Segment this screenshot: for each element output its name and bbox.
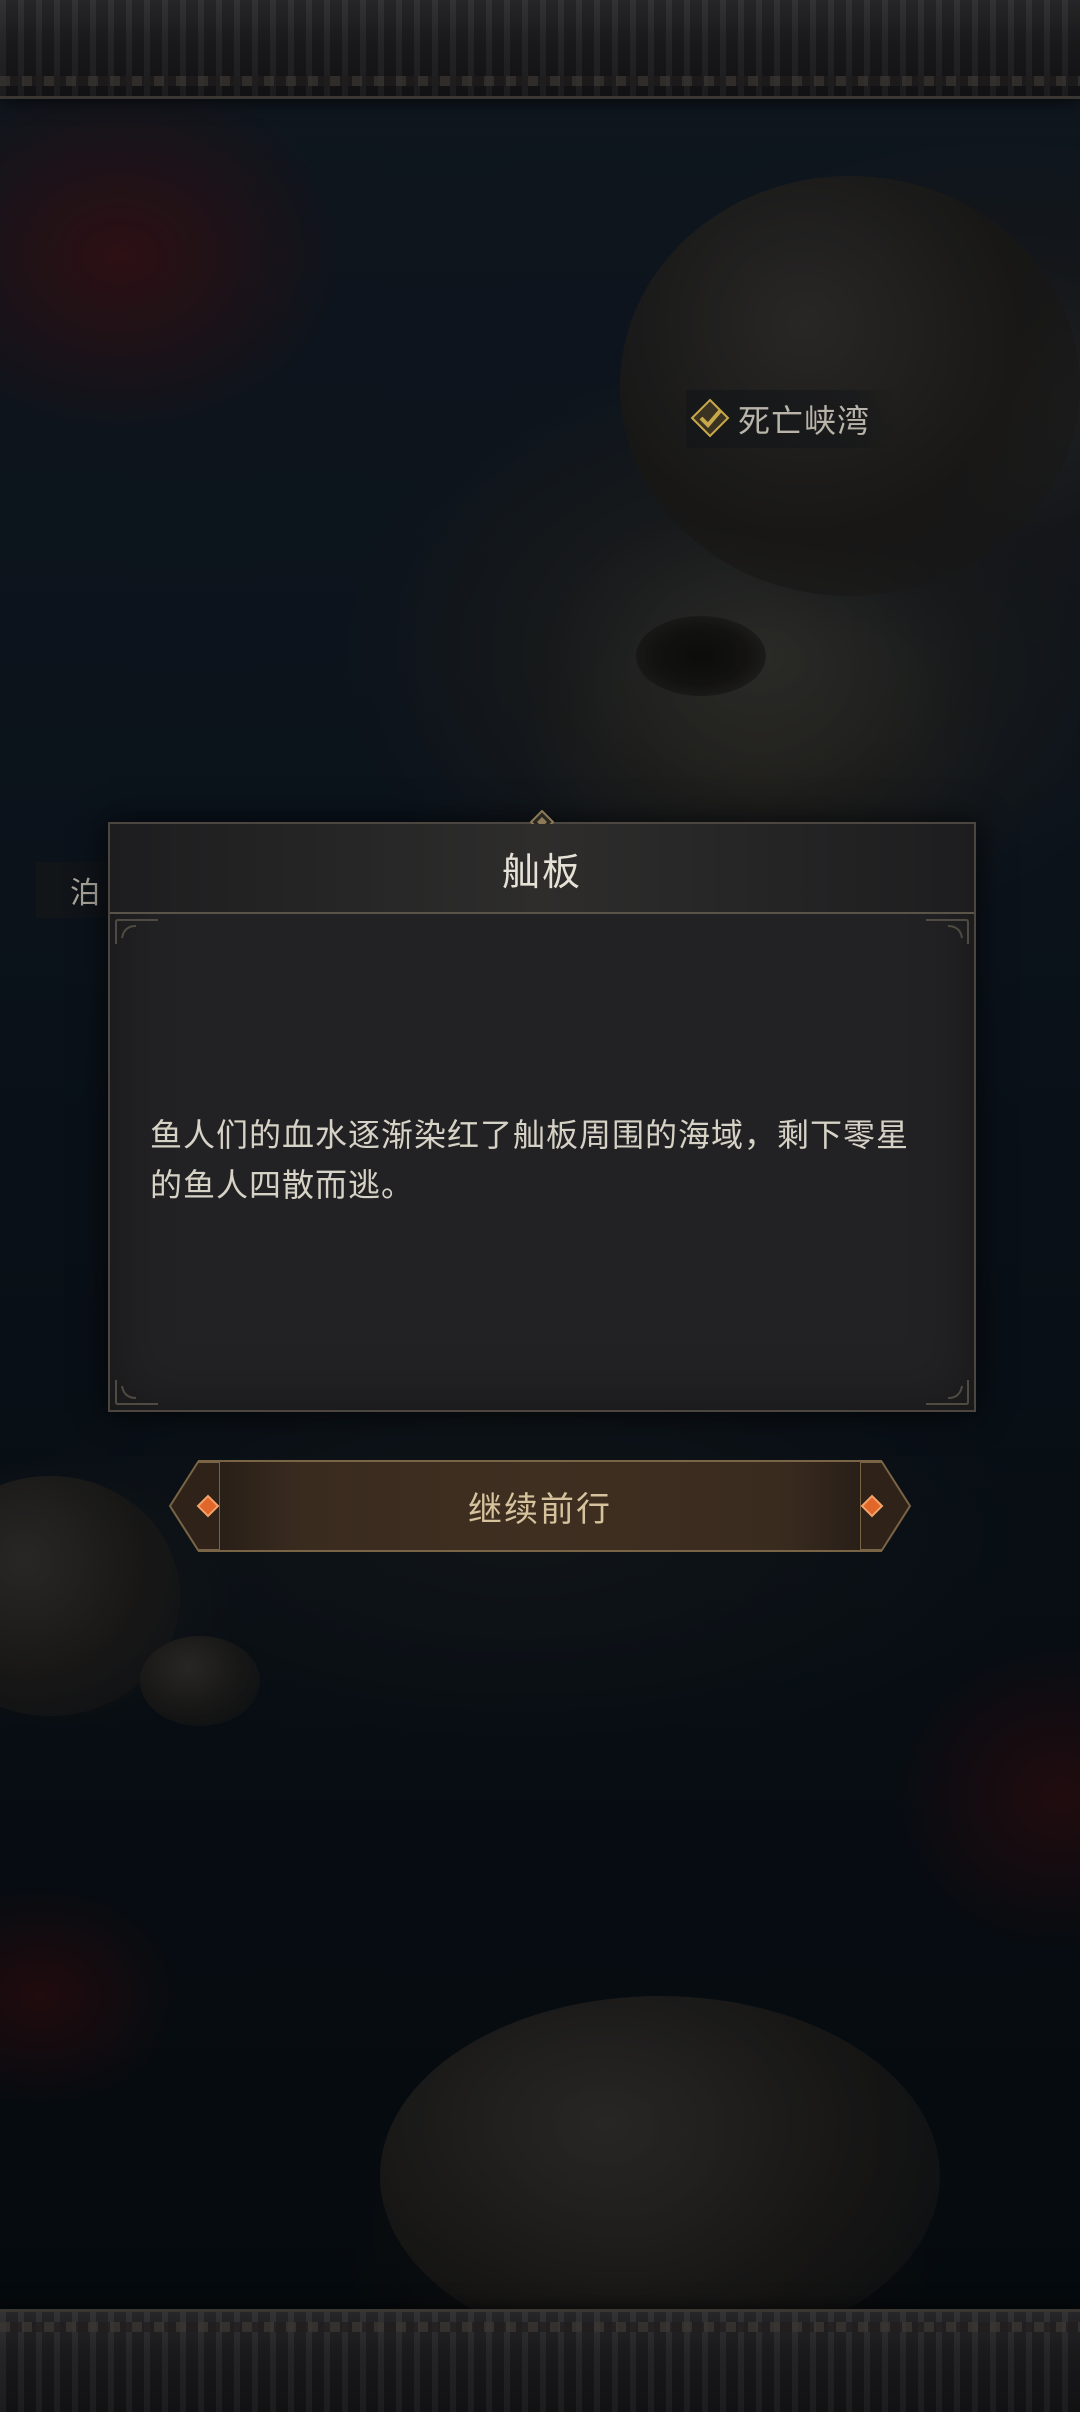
- button-left-cap-icon: [168, 1461, 220, 1551]
- top-ornamental-border: [0, 0, 1080, 99]
- corner-ornament-icon: [926, 1380, 969, 1405]
- location-name-partial: 泊: [70, 876, 100, 911]
- continue-label: 继续前行: [468, 1489, 612, 1530]
- location-name: 死亡峡湾: [738, 402, 871, 440]
- bottom-ornamental-border: [0, 2309, 1080, 2412]
- dialog-body-text: 鱼人们的血水逐渐染红了舢板周围的海域，剩下零星的鱼人四散而逃。: [150, 1116, 910, 1204]
- dialog-header: 舢板: [110, 824, 974, 914]
- corner-ornament-icon: [115, 1380, 158, 1405]
- game-screen: 死亡峡湾 泊 舢板 鱼人们的血水逐渐染红了舢板周围的海域，剩下零星的鱼人四散而逃…: [0, 0, 1080, 2412]
- continue-button[interactable]: 继续前行: [168, 1460, 912, 1552]
- corner-ornament-icon: [926, 919, 969, 944]
- button-right-cap-icon: [860, 1461, 912, 1551]
- corner-ornament-icon: [115, 919, 158, 944]
- location-label-death-fjord[interactable]: 死亡峡湾: [686, 390, 897, 448]
- event-dialog: 舢板 鱼人们的血水逐渐染红了舢板周围的海域，剩下零星的鱼人四散而逃。: [108, 810, 976, 1412]
- dialog-title: 舢板: [501, 849, 582, 894]
- check-icon: [690, 398, 730, 438]
